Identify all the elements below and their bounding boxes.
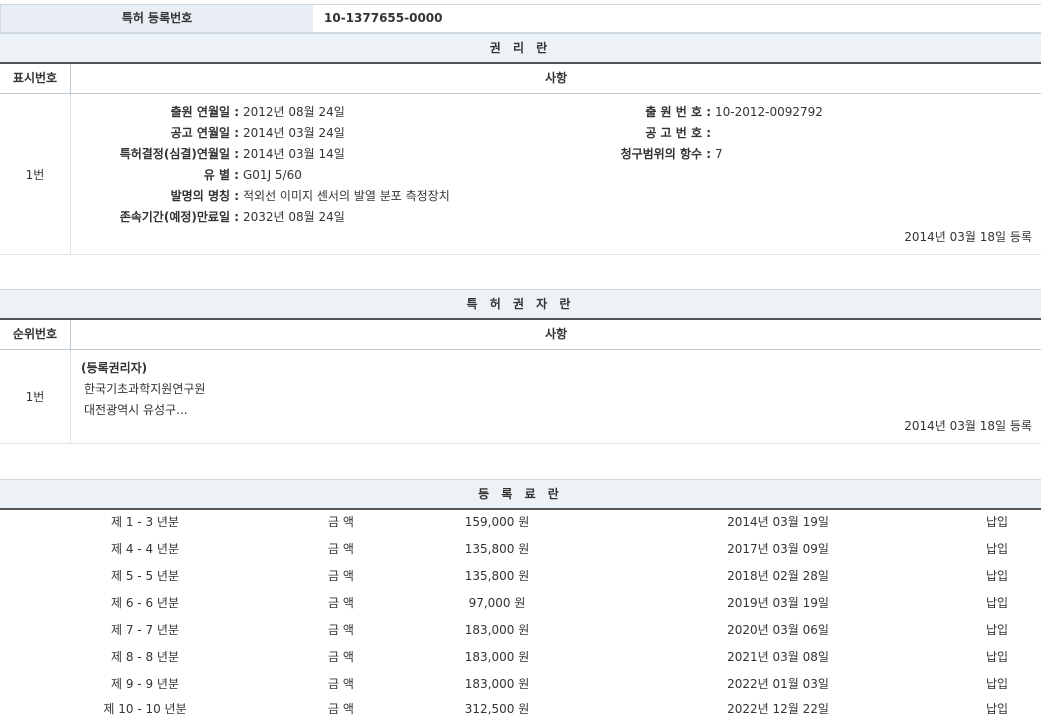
fee-paid-date: 2014년 03월 19일 (727, 509, 829, 536)
rights-section-title: 권 리 란 (0, 33, 1041, 64)
fee-row: 제 6 - 6 년분 금 액 97,000 원 2019년 03월 19일 납입 (0, 590, 1041, 617)
rights-row: 1번 출원 연월일 :2012년 08월 24일 공고 연월일 :2014년 0… (0, 94, 1041, 255)
fee-amount-label: 금 액 (328, 536, 354, 563)
fee-paid-date: 2022년 01월 03일 (727, 671, 829, 698)
holders-row: 1번 (등록권리자) 한국기초과학지원연구원 대전광역시 유성구... 2014… (0, 350, 1041, 444)
fee-year: 제 9 - 9 년분 (111, 671, 179, 698)
field-publication-date: 공고 연월일 :2014년 03월 24일 (71, 123, 345, 144)
fee-amount-label: 금 액 (328, 617, 354, 644)
fee-status: 납입 (986, 509, 1008, 536)
fee-row: 제 7 - 7 년분 금 액 183,000 원 2020년 03월 06일 납… (0, 617, 1041, 644)
fee-row: 제 10 - 10 년분 금 액 312,500 원 2022년 12월 22일… (0, 697, 1041, 722)
fee-amount: 183,000 원 (465, 671, 529, 698)
fee-amount-label: 금 액 (328, 590, 354, 617)
fee-paid-date: 2020년 03월 06일 (727, 617, 829, 644)
fee-row: 제 8 - 8 년분 금 액 183,000 원 2021년 03월 08일 납… (0, 644, 1041, 671)
fee-row: 제 5 - 5 년분 금 액 135,800 원 2018년 02월 28일 납… (0, 563, 1041, 590)
fee-year: 제 6 - 6 년분 (111, 590, 179, 617)
fee-paid-date: 2019년 03월 19일 (727, 590, 829, 617)
holder-name: 한국기초과학지원연구원 (81, 379, 205, 400)
field-classification: 유 별 :G01J 5/60 (71, 165, 302, 186)
fee-amount-label: 금 액 (328, 644, 354, 671)
fee-row: 제 9 - 9 년분 금 액 183,000 원 2022년 01월 03일 납… (0, 671, 1041, 698)
fee-year: 제 7 - 7 년분 (111, 617, 179, 644)
fee-paid-date: 2018년 02월 28일 (727, 563, 829, 590)
field-claim-count: 청구범위의 항수 :7 (551, 144, 723, 165)
fee-status: 납입 (986, 671, 1008, 698)
fee-status: 납입 (986, 617, 1008, 644)
fee-paid-date: 2022년 12월 22일 (727, 697, 829, 722)
fee-amount-label: 금 액 (328, 697, 354, 722)
rights-index-header: 표시번호 (0, 64, 71, 93)
holders-row-index: 1번 (0, 350, 71, 443)
fee-status: 납입 (986, 697, 1008, 722)
fee-status: 납입 (986, 563, 1008, 590)
fee-year: 제 4 - 4 년분 (111, 536, 179, 563)
holders-index-header: 순위번호 (0, 320, 71, 349)
fees-section-title: 등 록 료 란 (0, 479, 1041, 510)
rights-content-header: 사항 (71, 64, 1041, 93)
fee-amount-label: 금 액 (328, 509, 354, 536)
rights-row-index: 1번 (0, 94, 71, 254)
holders-section-title: 특 허 권 자 란 (0, 289, 1041, 320)
fee-amount: 183,000 원 (465, 644, 529, 671)
field-invention-title: 발명의 명칭 :적외선 이미지 센서의 발열 분포 측정장치 (71, 186, 450, 207)
holder-role: (등록권리자) (81, 358, 205, 379)
fee-year: 제 5 - 5 년분 (111, 563, 179, 590)
holder-info: (등록권리자) 한국기초과학지원연구원 대전광역시 유성구... (81, 358, 205, 421)
fee-row: 제 4 - 4 년분 금 액 135,800 원 2017년 03월 09일 납… (0, 536, 1041, 563)
fee-status: 납입 (986, 590, 1008, 617)
holders-row-content: (등록권리자) 한국기초과학지원연구원 대전광역시 유성구... 2014년 0… (71, 350, 1041, 443)
fee-status: 납입 (986, 536, 1008, 563)
rights-column-header: 표시번호 사항 (0, 64, 1041, 94)
rights-row-content: 출원 연월일 :2012년 08월 24일 공고 연월일 :2014년 03월 … (71, 94, 1041, 254)
field-application-date: 출원 연월일 :2012년 08월 24일 (71, 102, 345, 123)
fee-paid-date: 2017년 03월 09일 (727, 536, 829, 563)
fee-amount: 159,000 원 (465, 509, 529, 536)
fee-amount: 135,800 원 (465, 536, 529, 563)
fee-year: 제 8 - 8 년분 (111, 644, 179, 671)
fee-amount: 97,000 원 (469, 590, 526, 617)
holders-column-header: 순위번호 사항 (0, 320, 1041, 350)
fee-amount: 312,500 원 (465, 697, 529, 722)
fee-row: 제 1 - 3 년분 금 액 159,000 원 2014년 03월 19일 납… (0, 509, 1041, 536)
holders-content-header: 사항 (71, 320, 1041, 349)
fee-year: 제 10 - 10 년분 (103, 697, 186, 722)
field-application-number: 출 원 번 호 :10-2012-0092792 (551, 102, 823, 123)
fee-year: 제 1 - 3 년분 (111, 509, 179, 536)
holder-address: 대전광역시 유성구... (81, 400, 205, 421)
field-decision-date: 특허결정(심결)연월일 :2014년 03월 14일 (71, 144, 345, 165)
field-publication-number: 공 고 번 호 : (551, 123, 715, 144)
fee-amount-label: 금 액 (328, 563, 354, 590)
holders-registration-date: 2014년 03월 18일 등록 (904, 417, 1032, 434)
fee-amount-label: 금 액 (328, 671, 354, 698)
registration-number: 10-1377655-0000 (313, 5, 1041, 32)
fee-paid-date: 2021년 03월 08일 (727, 644, 829, 671)
fee-amount: 183,000 원 (465, 617, 529, 644)
registration-row: 특허 등록번호 10-1377655-0000 (0, 4, 1041, 33)
fee-status: 납입 (986, 644, 1008, 671)
field-expiry-date: 존속기간(예정)만료일 :2032년 08월 24일 (71, 207, 345, 228)
registration-label: 특허 등록번호 (1, 5, 313, 32)
fee-amount: 135,800 원 (465, 563, 529, 590)
rights-registration-date: 2014년 03월 18일 등록 (904, 228, 1032, 245)
